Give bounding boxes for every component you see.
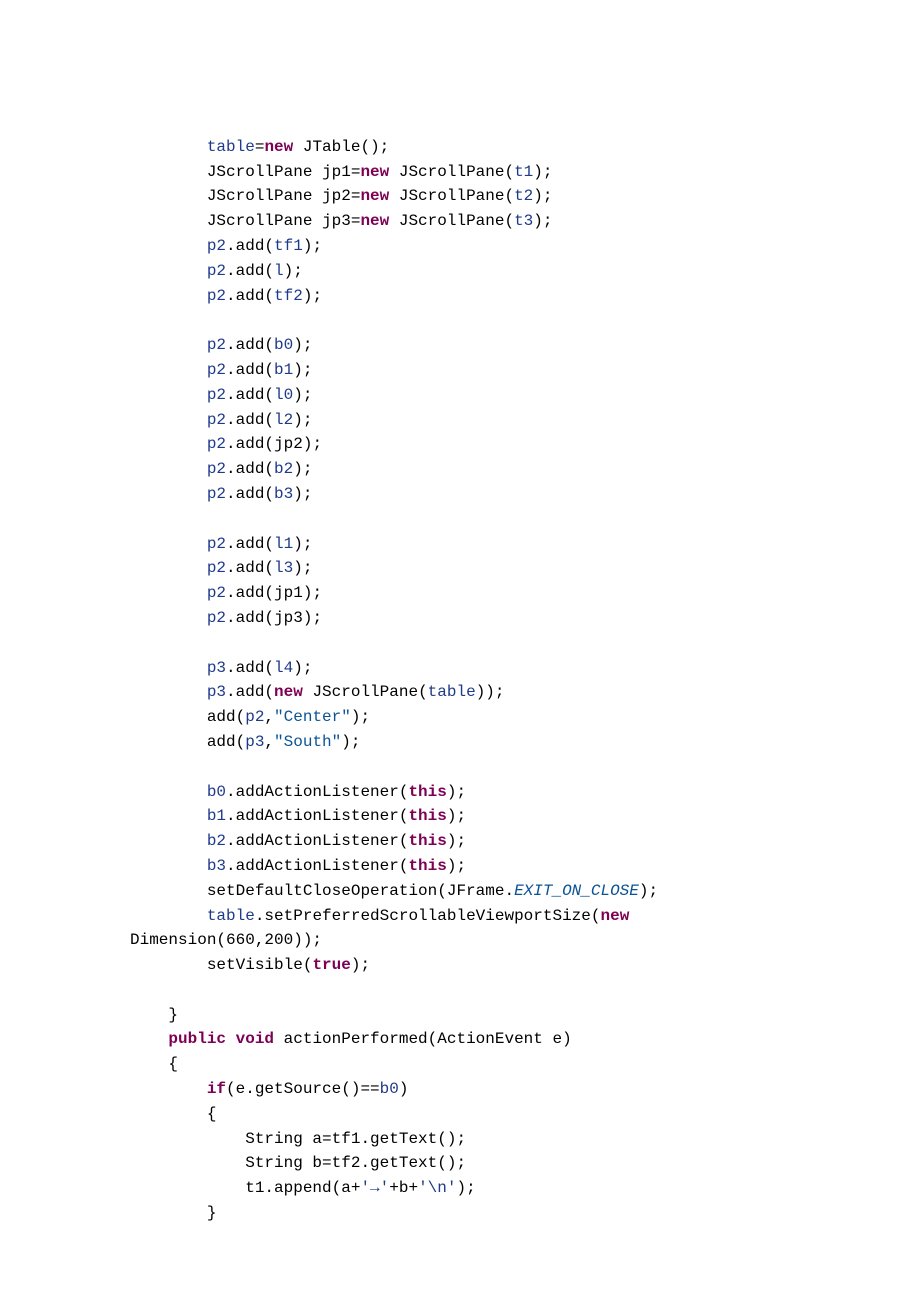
code-line bbox=[130, 758, 207, 776]
code-line bbox=[130, 311, 207, 329]
code-line: add(p3,"South"); bbox=[130, 733, 360, 751]
code-line: p2.add(jp3); bbox=[130, 609, 322, 627]
code-line: p2.add(b1); bbox=[130, 361, 312, 379]
code-line: table.setPreferredScrollableViewportSize… bbox=[130, 907, 639, 925]
code-line: add(p2,"Center"); bbox=[130, 708, 370, 726]
code-line: p2.add(l0); bbox=[130, 386, 312, 404]
code-line: p3.add(new JScrollPane(table)); bbox=[130, 683, 505, 701]
code-line: p2.add(l3); bbox=[130, 559, 312, 577]
code-line: b1.addActionListener(this); bbox=[130, 807, 466, 825]
code-line: b3.addActionListener(this); bbox=[130, 857, 466, 875]
code-line: p2.add(l1); bbox=[130, 535, 312, 553]
code-line: p2.add(jp2); bbox=[130, 435, 322, 453]
code-line: String a=tf1.getText(); bbox=[130, 1130, 466, 1148]
code-line: p2.add(jp1); bbox=[130, 584, 322, 602]
code-line: p2.add(tf1); bbox=[130, 237, 322, 255]
code-line: p2.add(b3); bbox=[130, 485, 312, 503]
code-line: JScrollPane jp3=new JScrollPane(t3); bbox=[130, 212, 552, 230]
code-line: b0.addActionListener(this); bbox=[130, 783, 466, 801]
code-line: JScrollPane jp2=new JScrollPane(t2); bbox=[130, 187, 552, 205]
code-line: } bbox=[130, 1006, 178, 1024]
code-line bbox=[130, 510, 207, 528]
code-line: if(e.getSource()==b0) bbox=[130, 1080, 408, 1098]
code-page: table=new JTable(); JScrollPane jp1=new … bbox=[0, 0, 920, 1286]
code-line: table=new JTable(); bbox=[130, 138, 389, 156]
code-line: } bbox=[130, 1204, 216, 1222]
code-line: p2.add(tf2); bbox=[130, 287, 322, 305]
code-line: String b=tf2.getText(); bbox=[130, 1154, 466, 1172]
code-line: Dimension(660,200)); bbox=[130, 931, 322, 949]
code-line: { bbox=[130, 1105, 216, 1123]
code-line: p3.add(l4); bbox=[130, 659, 312, 677]
code-line: setDefaultCloseOperation(JFrame.EXIT_ON_… bbox=[130, 882, 658, 900]
code-line: setVisible(true); bbox=[130, 956, 370, 974]
code-line: b2.addActionListener(this); bbox=[130, 832, 466, 850]
code-line: t1.append(a+'→'+b+'\n'); bbox=[130, 1179, 476, 1197]
code-line: p2.add(l2); bbox=[130, 411, 312, 429]
code-line: JScrollPane jp1=new JScrollPane(t1); bbox=[130, 163, 552, 181]
code-line: p2.add(l); bbox=[130, 262, 303, 280]
code-line bbox=[130, 634, 207, 652]
code-line bbox=[130, 981, 207, 999]
code-line: public void actionPerformed(ActionEvent … bbox=[130, 1030, 572, 1048]
code-line: { bbox=[130, 1055, 178, 1073]
code-line: p2.add(b2); bbox=[130, 460, 312, 478]
code-line: p2.add(b0); bbox=[130, 336, 312, 354]
